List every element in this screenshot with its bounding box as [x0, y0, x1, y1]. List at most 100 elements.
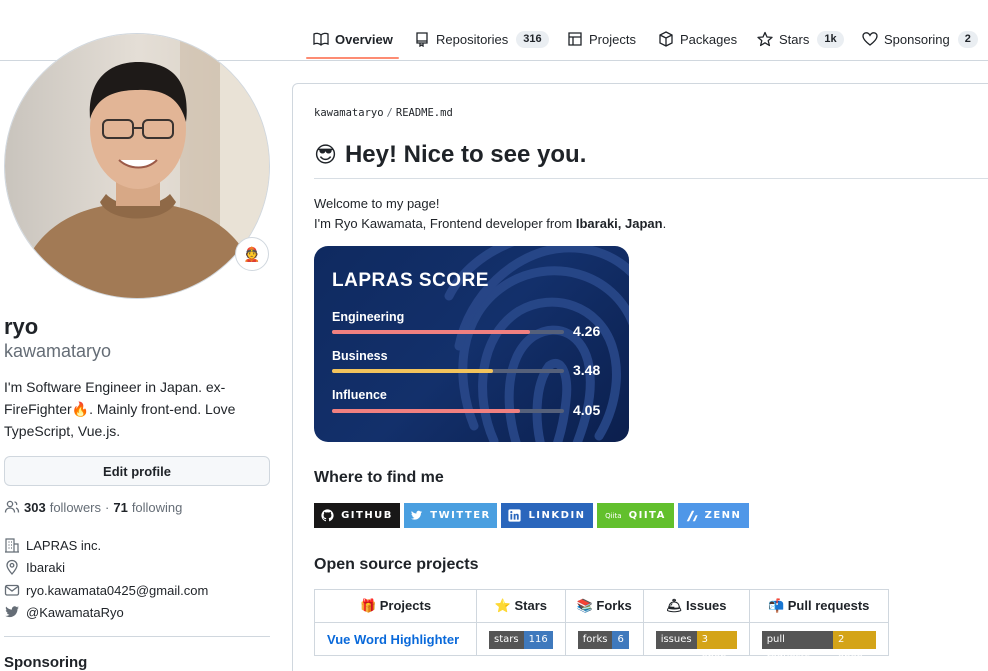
- find-me-heading: Where to find me: [314, 469, 444, 486]
- badge-value: 2 open: [832, 630, 876, 663]
- table-header: 📬 Pull requests: [748, 589, 889, 623]
- readme-heading: 😎 Hey! Nice to see you.: [314, 141, 586, 169]
- readme-path-file[interactable]: README.md: [396, 107, 453, 119]
- social-badges: GITHUB TWITTER LINKDIN Qiita QIITA ZENN: [314, 503, 753, 528]
- twitter-badge[interactable]: TWITTER: [404, 503, 497, 528]
- project-cell: Vue Word Highlighter: [314, 622, 477, 656]
- header-label: Pull requests: [787, 598, 870, 613]
- lapras-label: Business: [332, 349, 388, 363]
- tab-label: Sponsoring: [884, 31, 950, 47]
- repo-icon: [416, 32, 428, 47]
- tab-sponsoring[interactable]: Sponsoring 2: [862, 30, 978, 48]
- badge-key: forks: [577, 630, 613, 649]
- profile-email[interactable]: ryo.kawamata0425@gmail.com: [4, 581, 208, 599]
- intro-line: I'm Ryo Kawamata, Frontend developer fro…: [314, 214, 666, 234]
- people-icon: [4, 500, 20, 513]
- table-row: Vue Word Highlighter stars 116 forks 6 iss…: [314, 622, 889, 663]
- follow-separator: ·: [105, 499, 110, 515]
- followers-label: followers: [49, 499, 101, 515]
- followers-link[interactable]: 303 followers: [24, 500, 101, 515]
- lapras-bar-fill: [332, 369, 494, 373]
- profile-fullname: ryo: [4, 314, 39, 339]
- pr-cell: pull requests 2 open: [748, 622, 889, 663]
- emoji-status[interactable]: 👲: [235, 237, 269, 271]
- mailbox-icon: 📬: [767, 598, 785, 613]
- qiita-badge[interactable]: Qiita QIITA: [597, 503, 674, 528]
- company-text: LAPRAS inc.: [26, 537, 102, 553]
- tab-label: Projects: [589, 31, 636, 47]
- profile-bio: I'm Software Engineer in Japan. ex-FireF…: [4, 379, 236, 439]
- lapras-bar: [332, 409, 564, 413]
- tab-count: 316: [516, 30, 549, 48]
- badge-value: 3 open: [696, 630, 737, 663]
- heading-divider: [314, 178, 988, 179]
- twitter-icon: [5, 606, 19, 618]
- table-header: 🎁 Projects: [314, 589, 477, 623]
- tab-projects[interactable]: Projects: [567, 30, 636, 48]
- github-badge[interactable]: GITHUB: [314, 503, 400, 528]
- issues-badge[interactable]: issues 3 open: [655, 630, 737, 663]
- lapras-value: 4.05: [573, 402, 601, 418]
- linkedin-icon: [508, 509, 522, 522]
- table-header-row: 🎁 Projects ⭐ Stars 📚 Forks 🛎 Issues 📬 Pu…: [314, 589, 889, 623]
- gift-icon: 🎁: [359, 598, 377, 613]
- avatar[interactable]: [4, 33, 270, 299]
- lapras-score-card[interactable]: LAPRAS SCORE Engineering 4.26 Business 3…: [314, 246, 629, 442]
- table-icon: [568, 32, 582, 46]
- lapras-value: 4.26: [573, 323, 601, 339]
- stars-badge[interactable]: stars 116: [489, 630, 553, 649]
- profile-twitter[interactable]: @KawamataRyo: [4, 603, 124, 621]
- active-tab-indicator: [306, 57, 399, 59]
- lapras-title: LAPRAS SCORE: [332, 270, 489, 291]
- tab-packages[interactable]: Packages: [658, 30, 737, 48]
- project-link[interactable]: Vue Word Highlighter: [327, 632, 459, 647]
- following-count: 71: [113, 499, 128, 515]
- books-icon: 📚: [576, 598, 593, 613]
- badge-label: ZENN: [704, 510, 742, 521]
- emoji-status-icon: 👲: [243, 245, 261, 262]
- bell-icon: 🛎: [665, 598, 683, 613]
- follow-stats: 303 followers · 71 following: [4, 499, 182, 515]
- email-link[interactable]: ryo.kawamata0425@gmail.com: [26, 583, 208, 598]
- lapras-label: Engineering: [332, 310, 405, 324]
- intro-location: Ibaraki, Japan: [575, 216, 663, 231]
- sidebar-divider: [4, 636, 270, 637]
- welcome-line: Welcome to my page!: [314, 196, 440, 211]
- projects-table: 🎁 Projects ⭐ Stars 📚 Forks 🛎 Issues 📬 Pu…: [314, 589, 889, 663]
- lapras-value: 3.48: [573, 362, 601, 378]
- sunglasses-icon: 😎: [314, 142, 337, 167]
- badge-value: 116: [523, 630, 553, 649]
- tab-count: 2: [957, 30, 978, 48]
- linkedin-badge[interactable]: LINKDIN: [501, 503, 593, 528]
- tab-repositories[interactable]: Repositories 316: [414, 30, 549, 48]
- lapras-bar: [332, 330, 564, 334]
- table-header: 🛎 Issues: [642, 589, 750, 623]
- readme-heading-text: Hey! Nice to see you.: [344, 141, 587, 168]
- twitter-link[interactable]: @KawamataRyo: [26, 605, 124, 620]
- tab-stars[interactable]: Stars 1k: [757, 30, 844, 48]
- star-icon: ⭐: [494, 598, 511, 613]
- welcome-text: Welcome to my page! I'm Ryo Kawamata, Fr…: [314, 194, 666, 234]
- tab-label: Packages: [680, 31, 738, 47]
- lapras-bar: [332, 369, 564, 373]
- forks-badge[interactable]: forks 6: [577, 630, 629, 649]
- pull-requests-badge[interactable]: pull requests 2 open: [761, 630, 876, 663]
- zenn-badge[interactable]: ZENN: [678, 503, 749, 528]
- badge-key: issues: [655, 630, 697, 649]
- lapras-bar-fill: [332, 330, 530, 334]
- badge-label: LINKDIN: [528, 510, 586, 521]
- following-link[interactable]: 71 following: [113, 500, 182, 515]
- tab-overview[interactable]: Overview: [313, 30, 393, 48]
- qiita-icon: Qiita: [605, 511, 622, 520]
- edit-profile-button[interactable]: Edit profile: [4, 456, 270, 486]
- badge-label: TWITTER: [430, 510, 491, 521]
- heart-icon: [862, 32, 878, 46]
- intro-period: .: [662, 216, 667, 231]
- profile-location: Ibaraki: [4, 558, 65, 576]
- forks-cell: forks 6: [564, 622, 644, 656]
- badge-label: GITHUB: [341, 510, 393, 521]
- readme-path-user[interactable]: kawamataryo: [314, 107, 384, 119]
- header-label: Forks: [596, 598, 632, 613]
- header-label: Stars: [514, 598, 548, 613]
- following-label: following: [131, 499, 183, 515]
